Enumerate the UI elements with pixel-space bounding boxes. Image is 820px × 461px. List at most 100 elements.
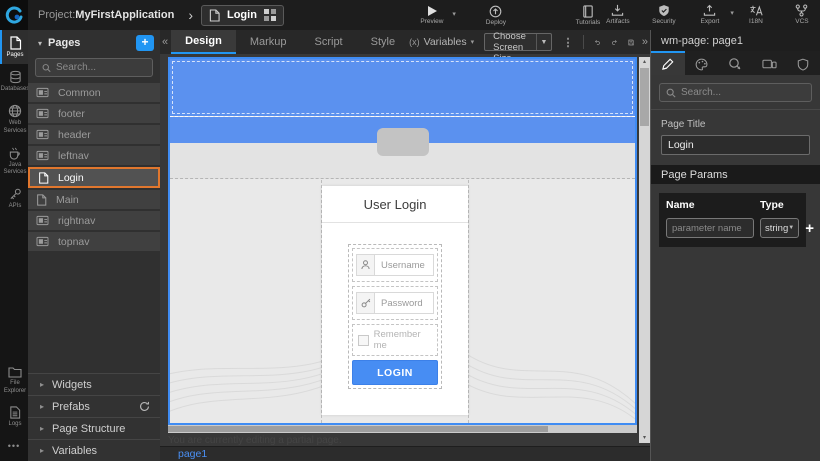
wavemaker-logo[interactable] [0, 0, 28, 30]
username-field[interactable]: Username [375, 254, 434, 276]
add-param-button[interactable]: + [805, 221, 814, 236]
wavemaker-logo-icon [5, 6, 23, 24]
properties-panel-header: wm-page: page1 [651, 30, 820, 51]
section-prefabs[interactable]: ▸ Prefabs [28, 395, 160, 417]
i18n-button[interactable]: I18N [741, 4, 771, 25]
scroll-up-icon[interactable]: ▴ [639, 57, 650, 67]
export-button[interactable]: Export ▾ [695, 4, 725, 25]
tutorials-button[interactable]: Tutorials [573, 5, 603, 26]
scroll-down-icon[interactable]: ▾ [639, 433, 650, 443]
sidebar-item-pages[interactable]: Pages [0, 30, 28, 64]
pages-search-box[interactable] [35, 58, 153, 77]
properties-tabs [651, 51, 820, 75]
tab-events[interactable] [719, 51, 753, 75]
sidebar-item-logs[interactable]: Logs [0, 400, 28, 433]
canvas-vertical-scrollbar[interactable]: ▴ ▾ [639, 57, 650, 443]
canvas-area: User Login Username [160, 54, 650, 446]
pages-collapse-arrow-icon[interactable]: ▾ [38, 39, 42, 48]
security-button[interactable]: Security [649, 4, 679, 25]
page-list-item-login[interactable]: Login [28, 167, 160, 188]
preview-button[interactable]: Preview ▾ [417, 5, 447, 26]
tab-styles[interactable] [685, 51, 719, 75]
page-list-item-header[interactable]: header [28, 125, 160, 144]
logo-placeholder[interactable] [377, 128, 429, 156]
tab-security[interactable] [786, 51, 820, 75]
password-row[interactable]: Password [352, 286, 438, 320]
canvas-content[interactable]: User Login Username [170, 180, 635, 423]
canvas-header-section[interactable] [170, 59, 635, 116]
collapse-right-panel-icon[interactable]: » [642, 36, 648, 48]
canvas-status-hint: You are currently editing a partial page… [168, 435, 342, 446]
palette-icon [695, 58, 709, 71]
pages-search-input[interactable] [56, 62, 146, 73]
search-icon [42, 63, 51, 73]
page-icon [38, 172, 49, 184]
tab-properties[interactable] [651, 51, 685, 75]
api-icon [9, 187, 22, 201]
more-options-icon[interactable]: ••• [0, 433, 28, 461]
param-name-input[interactable] [666, 218, 754, 238]
breadcrumb-chevron-icon[interactable]: › [188, 7, 193, 23]
save-icon[interactable] [628, 36, 634, 49]
page-list-item-main[interactable]: Main [28, 190, 160, 209]
section-widgets[interactable]: ▸ Widgets [28, 373, 160, 395]
artifacts-button[interactable]: Artifacts [603, 4, 633, 25]
tab-style[interactable]: Style [357, 30, 409, 54]
partial-icon [36, 236, 49, 247]
page-title-input[interactable] [661, 135, 810, 155]
open-page-tab-label: Login [227, 9, 257, 21]
password-field[interactable]: Password [375, 292, 434, 314]
properties-search-input[interactable] [681, 87, 791, 98]
preview-caret-icon[interactable]: ▾ [452, 10, 456, 18]
properties-search-box[interactable] [659, 83, 812, 102]
download-icon [611, 4, 624, 17]
canvas-horizontal-scrollbar[interactable] [168, 425, 637, 433]
login-form[interactable]: Username Password [348, 244, 442, 389]
pages-panel-title: Pages [48, 37, 130, 49]
sidebar-item-java-services[interactable]: Java Services [0, 140, 28, 181]
refresh-icon[interactable] [139, 401, 150, 412]
scrollbar-thumb[interactable] [640, 68, 649, 126]
design-canvas[interactable]: User Login Username [168, 57, 637, 425]
tab-markup[interactable]: Markup [236, 30, 301, 54]
add-page-button[interactable]: + [136, 35, 154, 51]
sidebar-item-file-explorer[interactable]: File Explorer [0, 360, 28, 399]
grid-icon[interactable] [264, 9, 276, 21]
topbar-primary-actions: Preview ▾ Deploy Tutorials [417, 5, 603, 26]
variables-dropdown[interactable]: (x) Variables ▾ [409, 36, 474, 48]
tab-design[interactable]: Design [171, 30, 236, 54]
sidebar-item-apis[interactable]: APIs [0, 181, 28, 215]
vcs-button[interactable]: VCS ▾ [787, 4, 817, 25]
scrollbar-thumb[interactable] [168, 426, 548, 432]
select-arrow-icon: ▼ [536, 34, 552, 50]
topbar-secondary-actions: Artifacts Security Export ▾ I18N VCS ▾ S… [603, 4, 820, 26]
collapse-left-panel-icon[interactable]: « [160, 36, 171, 48]
section-variables[interactable]: ▸ Variables [28, 439, 160, 461]
export-caret-icon[interactable]: ▾ [730, 9, 734, 17]
page-list-item-rightnav[interactable]: rightnav [28, 211, 160, 230]
pages-icon [9, 36, 22, 50]
login-panel-title: User Login [322, 186, 468, 223]
sidebar-item-web-services[interactable]: Web Services [0, 98, 28, 139]
page-list-item-common[interactable]: Common [28, 83, 160, 102]
username-row[interactable]: Username [352, 248, 438, 282]
remember-me-checkbox[interactable] [358, 335, 369, 346]
bottom-page-tab[interactable]: page1 [178, 448, 207, 460]
page-list-item-topnav[interactable]: topnav [28, 232, 160, 251]
more-menu-icon[interactable]: ⋮ [562, 36, 573, 49]
tab-devices[interactable] [752, 51, 786, 75]
screen-size-select[interactable]: -- Choose Screen Size -- ▼ [484, 33, 552, 51]
tab-script[interactable]: Script [301, 30, 357, 54]
section-page-structure[interactable]: ▸ Page Structure [28, 417, 160, 439]
page-list-item-leftnav[interactable]: leftnav [28, 146, 160, 165]
open-page-tab[interactable]: Login [201, 5, 284, 26]
login-button[interactable]: LOGIN [352, 360, 438, 385]
page-list-item-footer[interactable]: footer [28, 104, 160, 123]
sidebar-item-databases[interactable]: Databases [0, 64, 28, 98]
deploy-button[interactable]: Deploy [481, 5, 511, 26]
remember-me-row[interactable]: Remember me [352, 324, 438, 356]
login-panel[interactable]: User Login Username [322, 186, 468, 415]
redo-icon[interactable] [611, 36, 618, 49]
param-type-select[interactable]: string ▼ [760, 218, 799, 238]
undo-icon[interactable] [594, 36, 601, 49]
